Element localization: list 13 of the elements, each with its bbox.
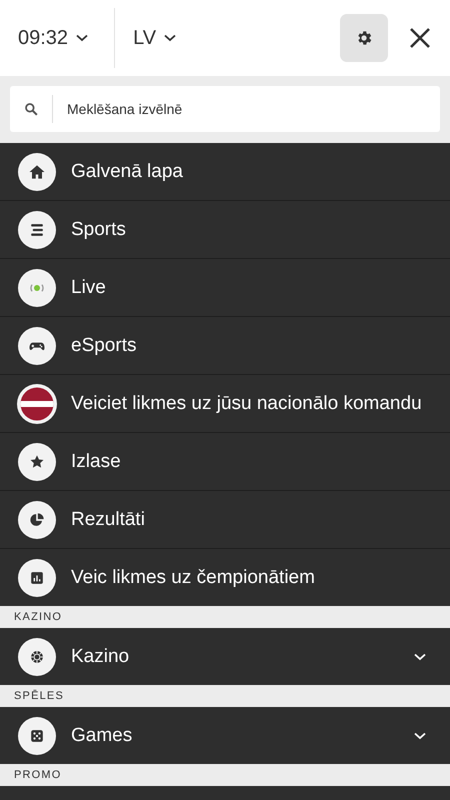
chevron-down-icon [76, 34, 88, 42]
close-button[interactable] [408, 26, 432, 50]
section-heading: PROMO [14, 769, 62, 781]
search-input[interactable]: Meklēšana izvēlnē [67, 101, 440, 117]
search-icon [24, 102, 38, 116]
search-field[interactable]: Meklēšana izvēlnē [10, 86, 440, 132]
section-heading: KAZINO [14, 611, 62, 623]
time-dropdown[interactable]: 09:32 [18, 18, 94, 58]
settings-button[interactable] [340, 14, 388, 62]
flag-icon [17, 384, 57, 424]
language-dropdown[interactable]: LV [133, 18, 182, 58]
section-heading: SPĒLES [14, 690, 64, 702]
chevron-down-icon [164, 34, 176, 42]
